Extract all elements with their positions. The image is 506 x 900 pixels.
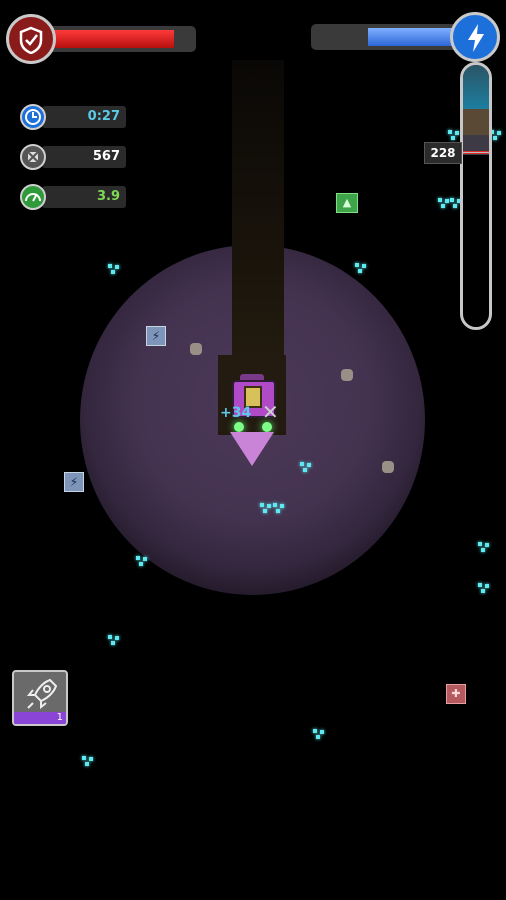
shield-check-icon [6,14,56,64]
rock [190,343,202,355]
energy-crate[interactable]: ⚡ [146,326,166,346]
depth-value: 228 [424,142,462,164]
ore-value: 567 [42,146,126,168]
rocket-icon [26,678,58,710]
gem [478,542,490,552]
health-fill [52,30,175,48]
gem [260,503,272,513]
score-popup: +34 [220,405,252,421]
gem [438,198,450,208]
upgrade-crate[interactable]: ▲ [336,193,358,213]
energy-fill [368,28,461,46]
game-world[interactable]: ⚡ ⚡ ▲ ✚ +34 ✕ [0,0,506,900]
energy-crate[interactable]: ⚡ [64,472,84,492]
clock-icon [20,104,46,130]
gem [82,756,94,766]
depth-gauge [460,62,492,330]
close-mark-icon: ✕ [262,400,279,424]
gem [478,583,490,593]
repair-crate[interactable]: ✚ [446,684,466,704]
boost-count: 1 [56,712,63,723]
speedometer-icon [20,184,46,210]
rock [382,461,394,473]
gem [355,263,367,273]
gem [448,130,460,140]
gem [273,503,285,513]
rock [341,369,353,381]
ore-icon [20,144,46,170]
health-bar [52,26,196,52]
energy-bar [311,24,461,50]
gem [313,729,325,739]
gem [300,462,312,472]
gem [108,635,120,645]
gem [108,264,120,274]
lightning-icon [450,12,500,62]
timer-value: 0:27 [42,106,126,128]
gem [136,556,148,566]
rocket-boost-button[interactable]: 1 [12,670,68,726]
speed-value: 3.9 [42,186,126,208]
depth-pointer [460,152,490,153]
